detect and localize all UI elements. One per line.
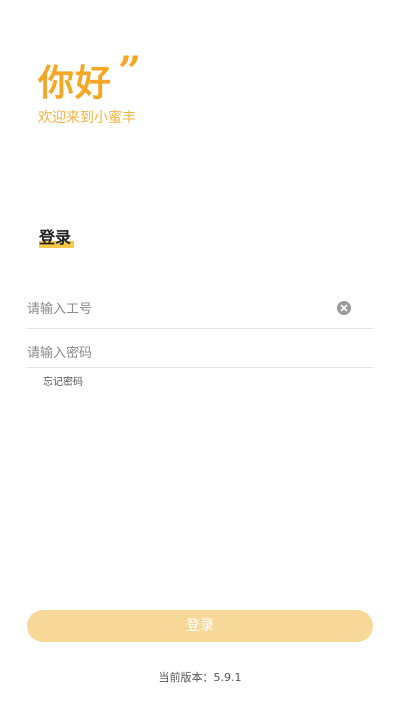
version-number: 5.9.1	[213, 671, 242, 684]
greeting-title-wrap: 你好 ”	[38, 50, 141, 106]
clear-icon[interactable]	[337, 301, 351, 315]
account-input[interactable]	[27, 292, 327, 326]
account-field	[27, 292, 373, 329]
quote-mark-icon: ”	[118, 48, 143, 95]
login-section-title: 登录	[39, 228, 72, 247]
version-label: 当前版本：	[158, 671, 214, 684]
greeting: 你好 ” 欢迎来到小蜜丰	[38, 50, 141, 128]
forgot-password-link[interactable]: 忘记密码	[43, 376, 83, 390]
clear-icon-glyph	[340, 304, 348, 312]
password-field	[27, 338, 373, 368]
greeting-title: 你好	[38, 63, 113, 104]
login-button[interactable]: 登录	[27, 610, 373, 642]
password-input[interactable]	[27, 338, 327, 368]
login-section-heading: 登录	[39, 227, 75, 249]
greeting-subtitle: 欢迎来到小蜜丰	[38, 110, 136, 126]
version-info: 当前版本：5.9.1	[0, 670, 400, 686]
